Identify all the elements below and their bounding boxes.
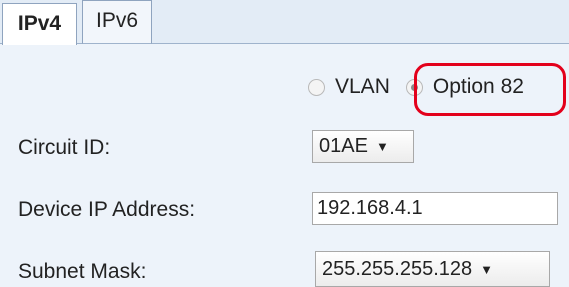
subnet-mask-label: Subnet Mask: bbox=[18, 260, 147, 283]
circuit-id-label: Circuit ID: bbox=[18, 136, 111, 159]
device-ip-label: Device IP Address: bbox=[18, 198, 196, 221]
circuit-id-value: 01AE bbox=[319, 135, 368, 157]
subnet-mask-value: 255.255.255.128 bbox=[322, 257, 473, 280]
device-ip-input[interactable]: 192.168.4.1 bbox=[312, 192, 558, 225]
ipv4-settings-panel: VLAN Option 82 Circuit ID: 01AE ▼ Device… bbox=[0, 44, 569, 287]
chevron-down-icon: ▼ bbox=[480, 261, 494, 277]
circuit-id-select[interactable]: 01AE ▼ bbox=[312, 130, 414, 163]
radio-selected-dot bbox=[410, 83, 418, 91]
chevron-down-icon: ▼ bbox=[375, 139, 389, 154]
subnet-mask-select[interactable]: 255.255.255.128 ▼ bbox=[315, 251, 550, 287]
tab-ipv4[interactable]: IPv4 bbox=[2, 3, 77, 45]
vlan-radio[interactable] bbox=[308, 78, 325, 96]
tab-bar: IPv4 IPv6 bbox=[0, 0, 569, 45]
vlan-radio-label: VLAN bbox=[335, 75, 390, 98]
relay-type-radio-group: VLAN Option 82 bbox=[308, 72, 524, 102]
option82-radio-label: Option 82 bbox=[432, 75, 524, 98]
option82-radio[interactable] bbox=[405, 78, 423, 96]
tab-ipv6[interactable]: IPv6 bbox=[82, 0, 152, 44]
